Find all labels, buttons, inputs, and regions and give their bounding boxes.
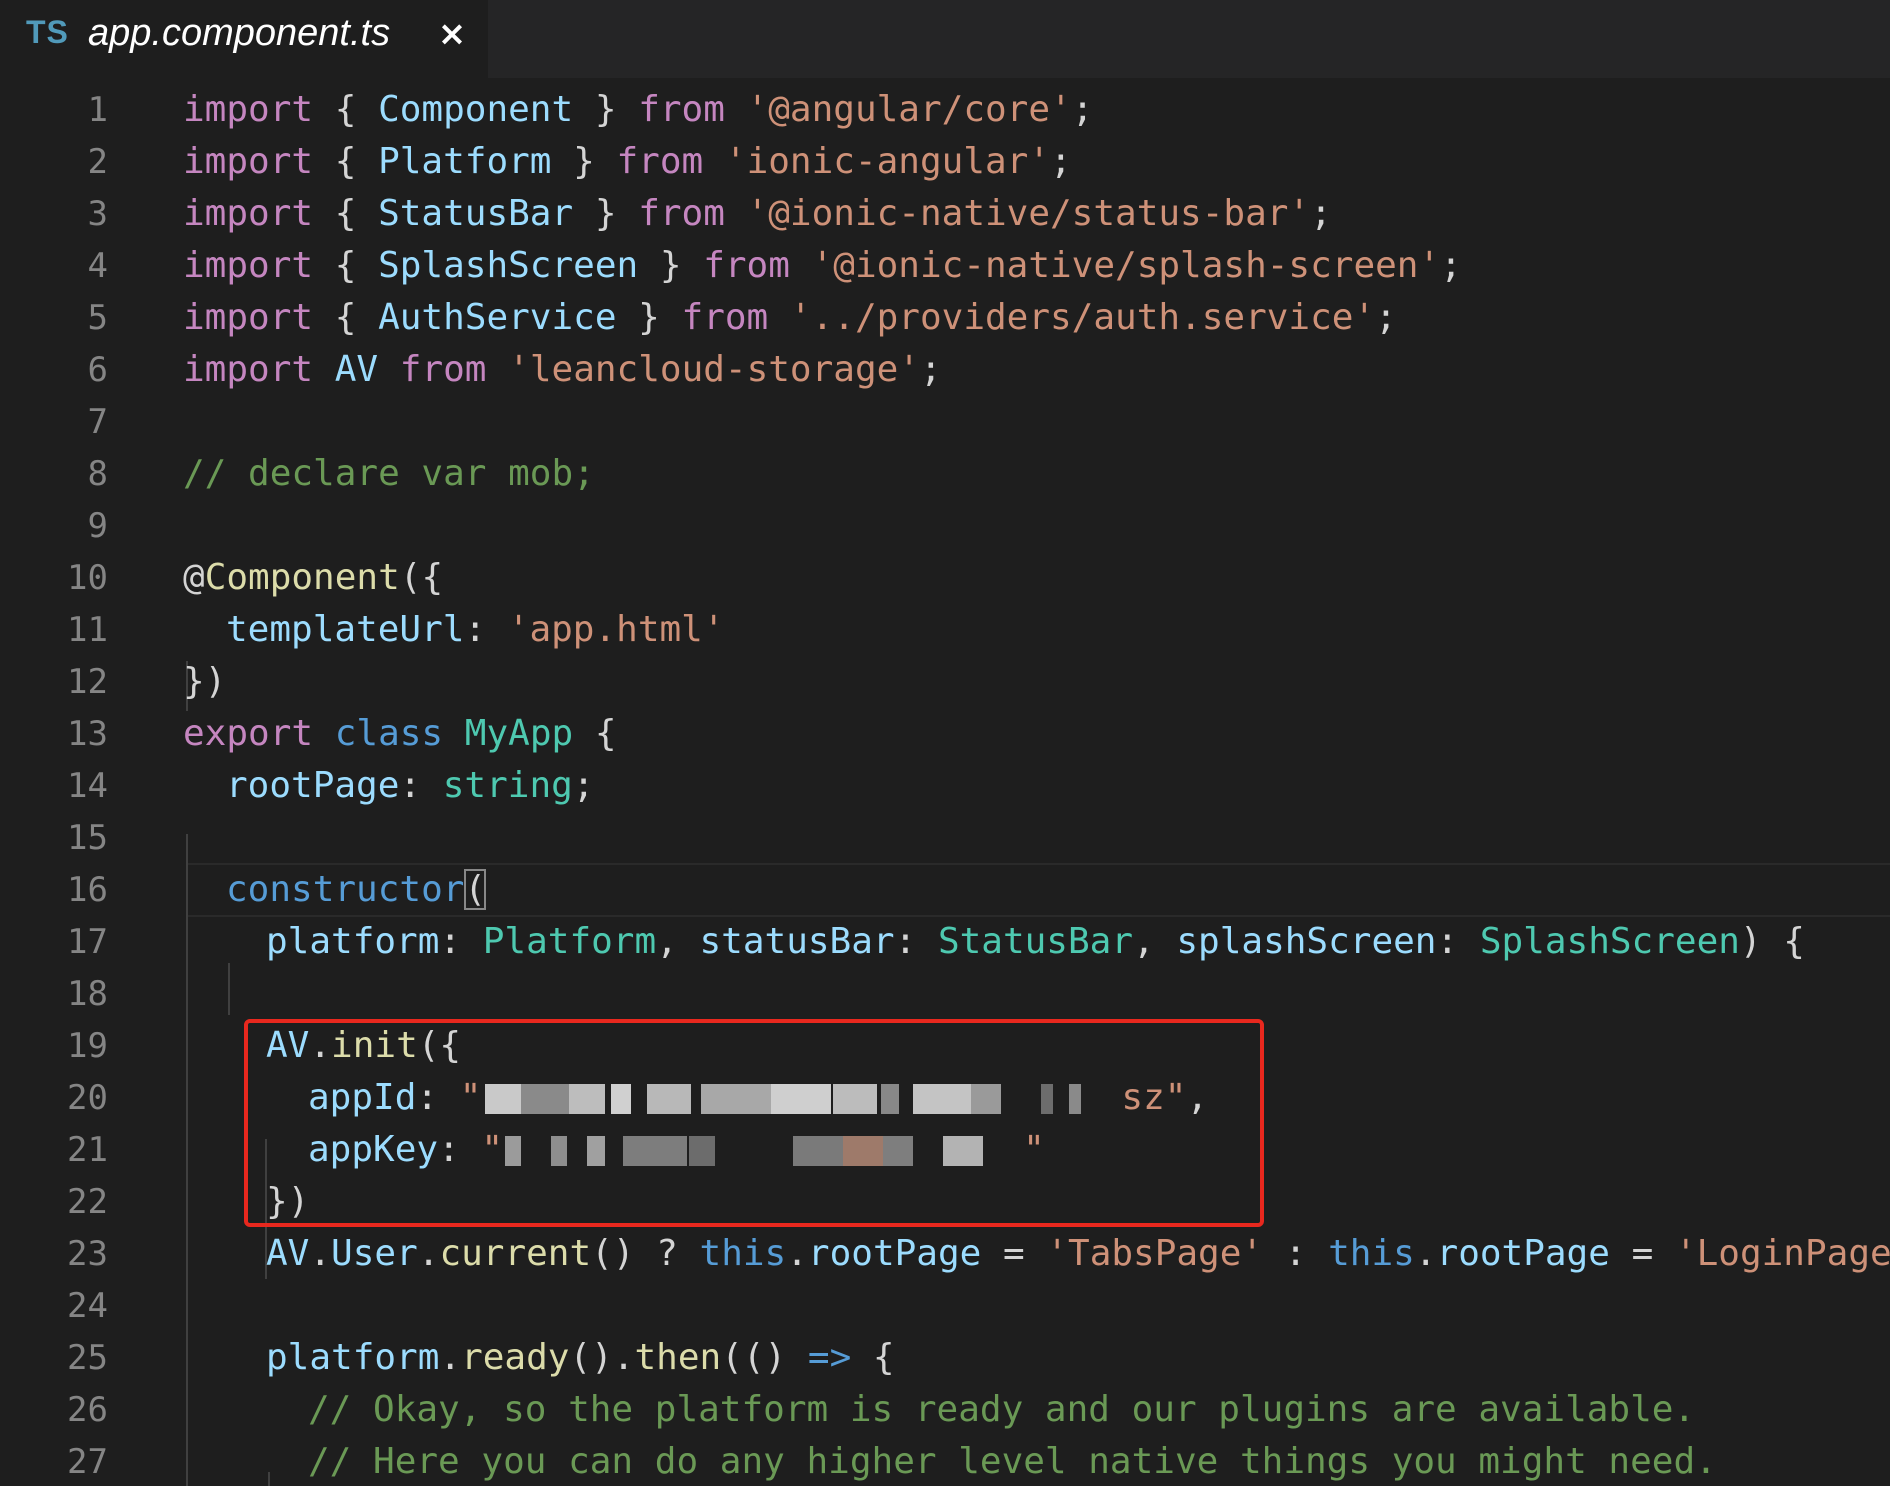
code-line: 10 @Component({ [0, 552, 1890, 604]
line-number: 15 [67, 818, 108, 858]
code-line: 12 }) [0, 656, 1890, 708]
tab-bar: TS app.component.ts × [0, 0, 1890, 78]
line-number: 26 [67, 1390, 108, 1430]
code-text[interactable]: templateUrl: 'app.html' [226, 604, 725, 656]
code-line: 4 import { SplashScreen } from '@ionic-n… [0, 240, 1890, 292]
code-line: 18 [0, 968, 1890, 1020]
code-line: 16 constructor( [0, 864, 1890, 916]
line-number: 25 [67, 1338, 108, 1378]
line-number: 11 [67, 610, 108, 650]
tab-app-component-ts[interactable]: TS app.component.ts × [0, 0, 488, 78]
code-line: 24 [0, 1280, 1890, 1332]
line-number: 23 [67, 1234, 108, 1274]
code-text[interactable]: // declare var mob; [183, 448, 595, 500]
line-number: 8 [87, 454, 108, 494]
code-line: 26 // Okay, so the platform is ready and… [0, 1384, 1890, 1436]
code-editor[interactable]: TS app.component.ts × 1 import { Compone… [0, 0, 1890, 1486]
code-text[interactable]: }) [183, 656, 226, 708]
line-number: 2 [87, 142, 108, 182]
line-number: 24 [67, 1286, 108, 1326]
tab-title: app.component.ts [88, 12, 391, 54]
line-number: 1 [87, 90, 108, 130]
code-text[interactable]: import { AuthService } from '../provider… [183, 292, 1397, 344]
line-number: 27 [67, 1442, 108, 1482]
code-line: 6 import AV from 'leancloud-storage'; [0, 344, 1890, 396]
line-number: 17 [67, 922, 108, 962]
line-number: 13 [67, 714, 108, 754]
code-text[interactable]: export class MyApp { [183, 708, 617, 760]
line-number: 7 [87, 402, 108, 442]
code-line: 13 export class MyApp { [0, 708, 1890, 760]
code-line: 9 [0, 500, 1890, 552]
code-line: 3 import { StatusBar } from '@ionic-nati… [0, 188, 1890, 240]
code-line: 7 [0, 396, 1890, 448]
code-line: 5 import { AuthService } from '../provid… [0, 292, 1890, 344]
code-text[interactable]: import { Component } from '@angular/core… [183, 84, 1093, 136]
code-text[interactable]: import AV from 'leancloud-storage'; [183, 344, 942, 396]
line-number: 6 [87, 350, 108, 390]
code-text[interactable]: // Here you can do any higher level nati… [308, 1436, 1717, 1486]
code-line: 8 // declare var mob; [0, 448, 1890, 500]
line-number: 19 [67, 1026, 108, 1066]
line-number: 12 [67, 662, 108, 702]
code-line: 11 templateUrl: 'app.html' [0, 604, 1890, 656]
code-line: 25 platform.ready().then(() => { [0, 1332, 1890, 1384]
code-text[interactable]: AV.User.current() ? this.rootPage = 'Tab… [266, 1228, 1890, 1280]
code-line: 23 AV.User.current() ? this.rootPage = '… [0, 1228, 1890, 1280]
line-number: 9 [87, 506, 108, 546]
code-text[interactable]: import { Platform } from 'ionic-angular'… [183, 136, 1072, 188]
line-number: 16 [67, 870, 108, 910]
line-number: 20 [67, 1078, 108, 1118]
code-text[interactable]: @Component({ [183, 552, 443, 604]
code-text[interactable]: rootPage: string; [226, 760, 594, 812]
code-area[interactable]: 1 import { Component } from '@angular/co… [0, 84, 1890, 1486]
code-line: 1 import { Component } from '@angular/co… [0, 84, 1890, 136]
code-line: 15 [0, 812, 1890, 864]
line-number: 4 [87, 246, 108, 286]
annotation-highlight-box [244, 1019, 1264, 1227]
code-text[interactable]: constructor( [226, 864, 487, 916]
line-number: 22 [67, 1182, 108, 1222]
code-text[interactable]: import { StatusBar } from '@ionic-native… [183, 188, 1332, 240]
line-number: 10 [67, 558, 108, 598]
line-number: 18 [67, 974, 108, 1014]
code-line: 17 platform: Platform, statusBar: Status… [0, 916, 1890, 968]
code-line: 2 import { Platform } from 'ionic-angula… [0, 136, 1890, 188]
code-text[interactable]: // Okay, so the platform is ready and ou… [308, 1384, 1695, 1436]
line-number: 14 [67, 766, 108, 806]
line-number: 3 [87, 194, 108, 234]
typescript-file-icon: TS [26, 14, 69, 50]
code-line: 14 rootPage: string; [0, 760, 1890, 812]
code-text[interactable]: import { SplashScreen } from '@ionic-nat… [183, 240, 1462, 292]
line-number: 5 [87, 298, 108, 338]
code-line: 27 // Here you can do any higher level n… [0, 1436, 1890, 1486]
line-number: 21 [67, 1130, 108, 1170]
code-text[interactable]: platform.ready().then(() => { [266, 1332, 895, 1384]
close-icon[interactable]: × [434, 14, 470, 54]
code-text[interactable]: platform: Platform, statusBar: StatusBar… [266, 916, 1805, 968]
